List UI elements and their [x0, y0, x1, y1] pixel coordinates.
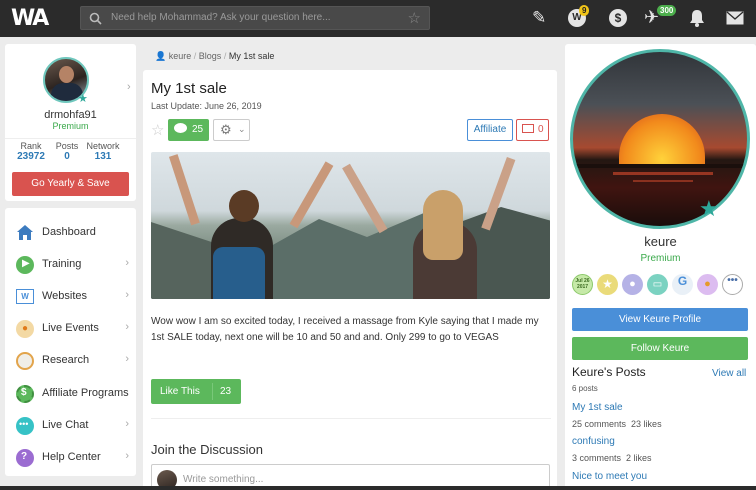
follow-button[interactable]: Follow Keure — [572, 337, 748, 360]
dollar-icon[interactable]: $ — [609, 9, 627, 27]
author-post-meta: 25 comments 23 likes — [572, 419, 662, 429]
divider — [5, 138, 136, 139]
award-medal-icon[interactable]: ● — [697, 274, 718, 295]
post-updated: Last Update: June 26, 2019 — [151, 101, 262, 111]
star-icon[interactable]: ☆ — [408, 9, 421, 27]
more-medals-icon[interactable]: ••• — [722, 274, 743, 295]
star-medal-icon[interactable]: ★ — [597, 274, 618, 295]
author-avatar[interactable] — [570, 49, 750, 229]
like-button[interactable]: Like This 23 — [151, 379, 241, 404]
sidebar-item-websites[interactable]: W Websites › — [5, 282, 135, 312]
affiliate-button[interactable]: Affiliate — [467, 119, 513, 141]
sidebar-item-research[interactable]: Research › — [5, 346, 135, 376]
sidebar-item-help-center[interactable]: ? Help Center › — [5, 443, 135, 473]
chevron-right-icon: › — [125, 353, 129, 365]
chat-icon: ••• — [16, 417, 34, 435]
breadcrumb-blogs[interactable]: Blogs — [199, 51, 222, 61]
user-medal-icon[interactable]: ● — [622, 274, 643, 295]
settings-dropdown[interactable]: ⚙ ⌄ — [213, 119, 250, 141]
chevron-right-icon: › — [125, 321, 129, 333]
anniversary-medal[interactable]: Jul 26 2017 — [572, 274, 593, 295]
bell-icon[interactable] — [689, 9, 705, 27]
profile-card: ★ › drmohfa91 Premium Rank 23972 Posts 0 N… — [5, 44, 136, 201]
sidebar-item-dashboard[interactable]: Dashboard — [5, 218, 135, 248]
premium-star-icon: ★ — [78, 93, 88, 105]
breadcrumb-user[interactable]: keure — [169, 51, 192, 61]
author-post-meta: 3 comments 2 likes — [572, 453, 652, 463]
posts-title: Keure's Posts — [572, 365, 646, 379]
research-icon — [16, 352, 34, 370]
google-medal-icon[interactable]: G — [672, 274, 693, 295]
play-icon: ▶ — [16, 256, 34, 274]
website-medal-icon[interactable]: ▭ — [647, 274, 668, 295]
live-events-icon: ● — [16, 320, 34, 338]
chevron-down-icon: ⌄ — [238, 124, 246, 134]
home-icon — [17, 225, 33, 240]
author-post-link[interactable]: My 1st sale — [572, 402, 623, 413]
chevron-right-icon: › — [125, 289, 129, 301]
stat-posts[interactable]: Posts 0 — [47, 141, 87, 162]
post-card: My 1st sale Last Update: June 26, 2019 ☆… — [143, 70, 557, 490]
wa-logo[interactable]: WA — [11, 6, 49, 31]
stat-rank[interactable]: Rank 23972 — [11, 141, 51, 162]
profile-stats: Rank 23972 Posts 0 Network 131 — [5, 141, 136, 163]
gear-icon: ⚙ — [220, 122, 232, 137]
notifications-badge: 9 — [579, 5, 590, 16]
view-profile-button[interactable]: View Keure Profile — [572, 308, 748, 331]
post-body: Wow wow I am so excited today, I receive… — [151, 316, 539, 343]
breadcrumb-current: My 1st sale — [228, 51, 275, 61]
search-icon — [89, 12, 102, 25]
sidebar-item-live-events[interactable]: ● Live Events › — [5, 314, 135, 344]
posts-count: 6 posts — [572, 384, 598, 393]
chevron-right-icon: › — [125, 450, 129, 462]
comment-input[interactable]: Write something... — [183, 474, 263, 485]
profile-status: Premium — [52, 121, 89, 131]
network-badge: 300 — [657, 5, 677, 16]
search-input[interactable]: Need help Mohammad? Ask your question he… — [111, 12, 331, 23]
envelope-icon — [522, 124, 534, 133]
pencil-icon[interactable]: ✎ — [532, 8, 546, 28]
help-icon: ? — [16, 449, 34, 467]
favorite-star-icon[interactable]: ☆ — [151, 121, 164, 139]
bottom-bar — [0, 486, 756, 490]
stat-network[interactable]: Network 131 — [83, 141, 123, 162]
author-status: Premium — [640, 253, 681, 264]
comments-button[interactable]: 25 — [168, 119, 209, 141]
chevron-right-icon[interactable]: › — [127, 81, 131, 93]
discussion-title: Join the Discussion — [151, 442, 263, 457]
author-name[interactable]: keure — [565, 234, 756, 249]
websites-icon: W — [16, 289, 34, 304]
comment-icon — [174, 123, 187, 133]
divider — [151, 418, 551, 419]
premium-star-icon: ★ — [699, 196, 719, 221]
sidebar-item-live-chat[interactable]: ••• Live Chat › — [5, 411, 135, 441]
profile-username[interactable]: drmohfa91 — [5, 109, 136, 121]
breadcrumb: 👤 keure / Blogs / My 1st sale — [155, 51, 275, 61]
author-post-link[interactable]: confusing — [572, 436, 615, 447]
sidebar-item-affiliate-programs[interactable]: $ Affiliate Programs — [5, 379, 135, 409]
go-yearly-button[interactable]: Go Yearly & Save — [12, 172, 129, 196]
view-all-link[interactable]: View all — [712, 368, 746, 379]
top-bar: WA Need help Mohammad? Ask your question… — [0, 0, 756, 37]
mail-icon[interactable] — [726, 11, 744, 25]
author-post-link[interactable]: Nice to meet you — [572, 471, 647, 482]
chevron-right-icon: › — [125, 418, 129, 430]
mail-button[interactable]: 0 — [516, 119, 549, 141]
user-icon: 👤 — [155, 51, 167, 61]
post-title: My 1st sale — [151, 80, 227, 97]
post-image — [151, 152, 550, 299]
chevron-right-icon: › — [125, 257, 129, 269]
search-bar[interactable]: Need help Mohammad? Ask your question he… — [80, 6, 430, 30]
sidebar-item-training[interactable]: ▶ Training › — [5, 250, 135, 280]
affiliate-icon: $ — [16, 385, 34, 403]
sidebar-menu: Dashboard ▶ Training › W Websites › ● Live… — [5, 208, 136, 476]
